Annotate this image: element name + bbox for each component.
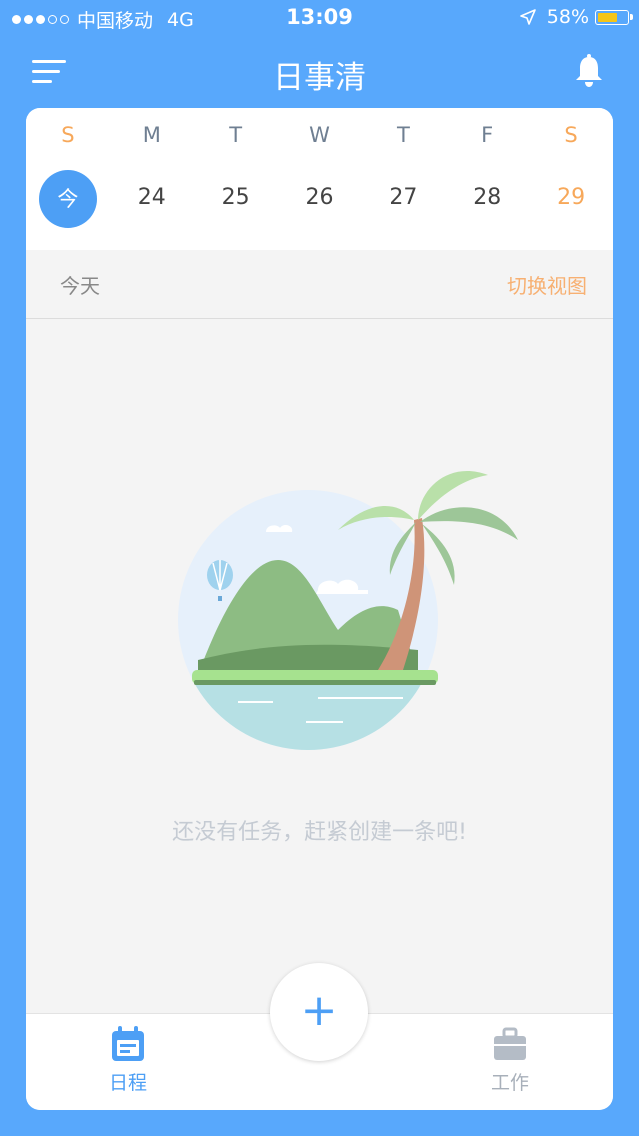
tab-work[interactable]: 工作 bbox=[450, 1026, 570, 1095]
calendar-icon bbox=[112, 1026, 144, 1061]
date-cell[interactable]: 27 bbox=[361, 170, 445, 228]
tab-work-label: 工作 bbox=[490, 1072, 529, 1094]
add-task-button[interactable]: + bbox=[270, 963, 368, 1061]
empty-state-message: 还没有任务，赶紧创建一条吧! bbox=[172, 820, 467, 845]
weekday-monday: M bbox=[142, 123, 161, 147]
bell-icon[interactable] bbox=[573, 54, 605, 88]
tab-schedule-label: 日程 bbox=[108, 1072, 147, 1094]
date-cell[interactable]: 26 bbox=[278, 170, 362, 228]
date-row: 今 24 25 26 27 28 29 bbox=[26, 170, 613, 228]
switch-view-button[interactable]: 切换视图 bbox=[507, 270, 587, 299]
today-indicator: 今 bbox=[38, 170, 97, 228]
app-title: 日事清 bbox=[273, 60, 366, 96]
weekday-tuesday: T bbox=[229, 123, 243, 147]
weekday-saturday: S bbox=[564, 123, 578, 147]
main-card: S M T W T F S 今 24 25 26 27 28 29 今天 切换视… bbox=[26, 108, 613, 1110]
navigation-bar: 日事清 bbox=[0, 40, 639, 106]
date-cell[interactable]: 29 bbox=[529, 170, 613, 228]
week-calendar: S M T W T F S 今 24 25 26 27 28 29 bbox=[26, 108, 613, 250]
weekday-sunday: S bbox=[61, 123, 75, 147]
section-title: 今天 bbox=[60, 274, 100, 298]
status-bar: 中国移动 4G 13:09 58% bbox=[0, 0, 639, 36]
status-right: 58% bbox=[519, 6, 633, 28]
weekday-row: S M T W T F S bbox=[26, 122, 613, 148]
battery-icon bbox=[595, 9, 633, 25]
tab-schedule[interactable]: 日程 bbox=[68, 1026, 188, 1095]
section-header: 今天 切换视图 bbox=[26, 250, 613, 319]
empty-state-illustration bbox=[178, 471, 518, 750]
date-cell[interactable]: 24 bbox=[110, 170, 194, 228]
briefcase-icon bbox=[494, 1027, 526, 1060]
date-cell-today[interactable]: 今 bbox=[26, 170, 110, 228]
battery-percent: 58% bbox=[546, 6, 589, 28]
weekday-thursday: T bbox=[396, 123, 410, 147]
location-arrow-icon bbox=[519, 9, 536, 25]
weekday-wednesday: W bbox=[309, 123, 330, 147]
date-cell[interactable]: 28 bbox=[445, 170, 529, 228]
weekday-friday: F bbox=[481, 123, 494, 147]
date-cell[interactable]: 25 bbox=[194, 170, 278, 228]
